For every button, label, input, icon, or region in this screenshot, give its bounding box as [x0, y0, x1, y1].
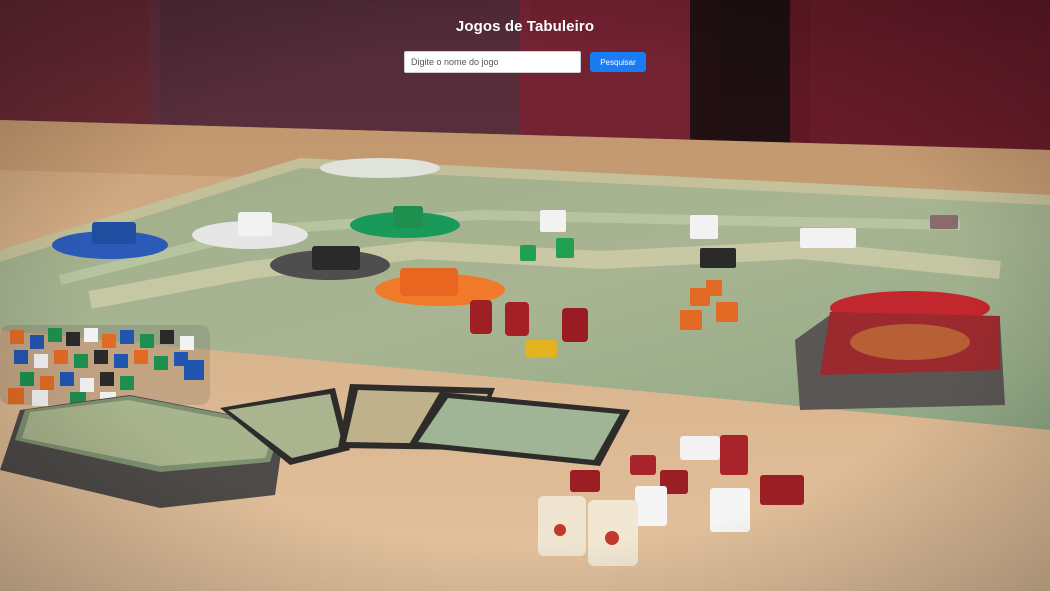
- search-button[interactable]: Pesquisar: [590, 52, 646, 72]
- page: Jogos de Tabuleiro Pesquisar: [0, 0, 1050, 591]
- page-title: Jogos de Tabuleiro: [455, 18, 595, 35]
- search-input[interactable]: [404, 51, 581, 73]
- search-bar: Pesquisar: [404, 51, 646, 73]
- header-overlay: Jogos de Tabuleiro Pesquisar: [0, 0, 1050, 90]
